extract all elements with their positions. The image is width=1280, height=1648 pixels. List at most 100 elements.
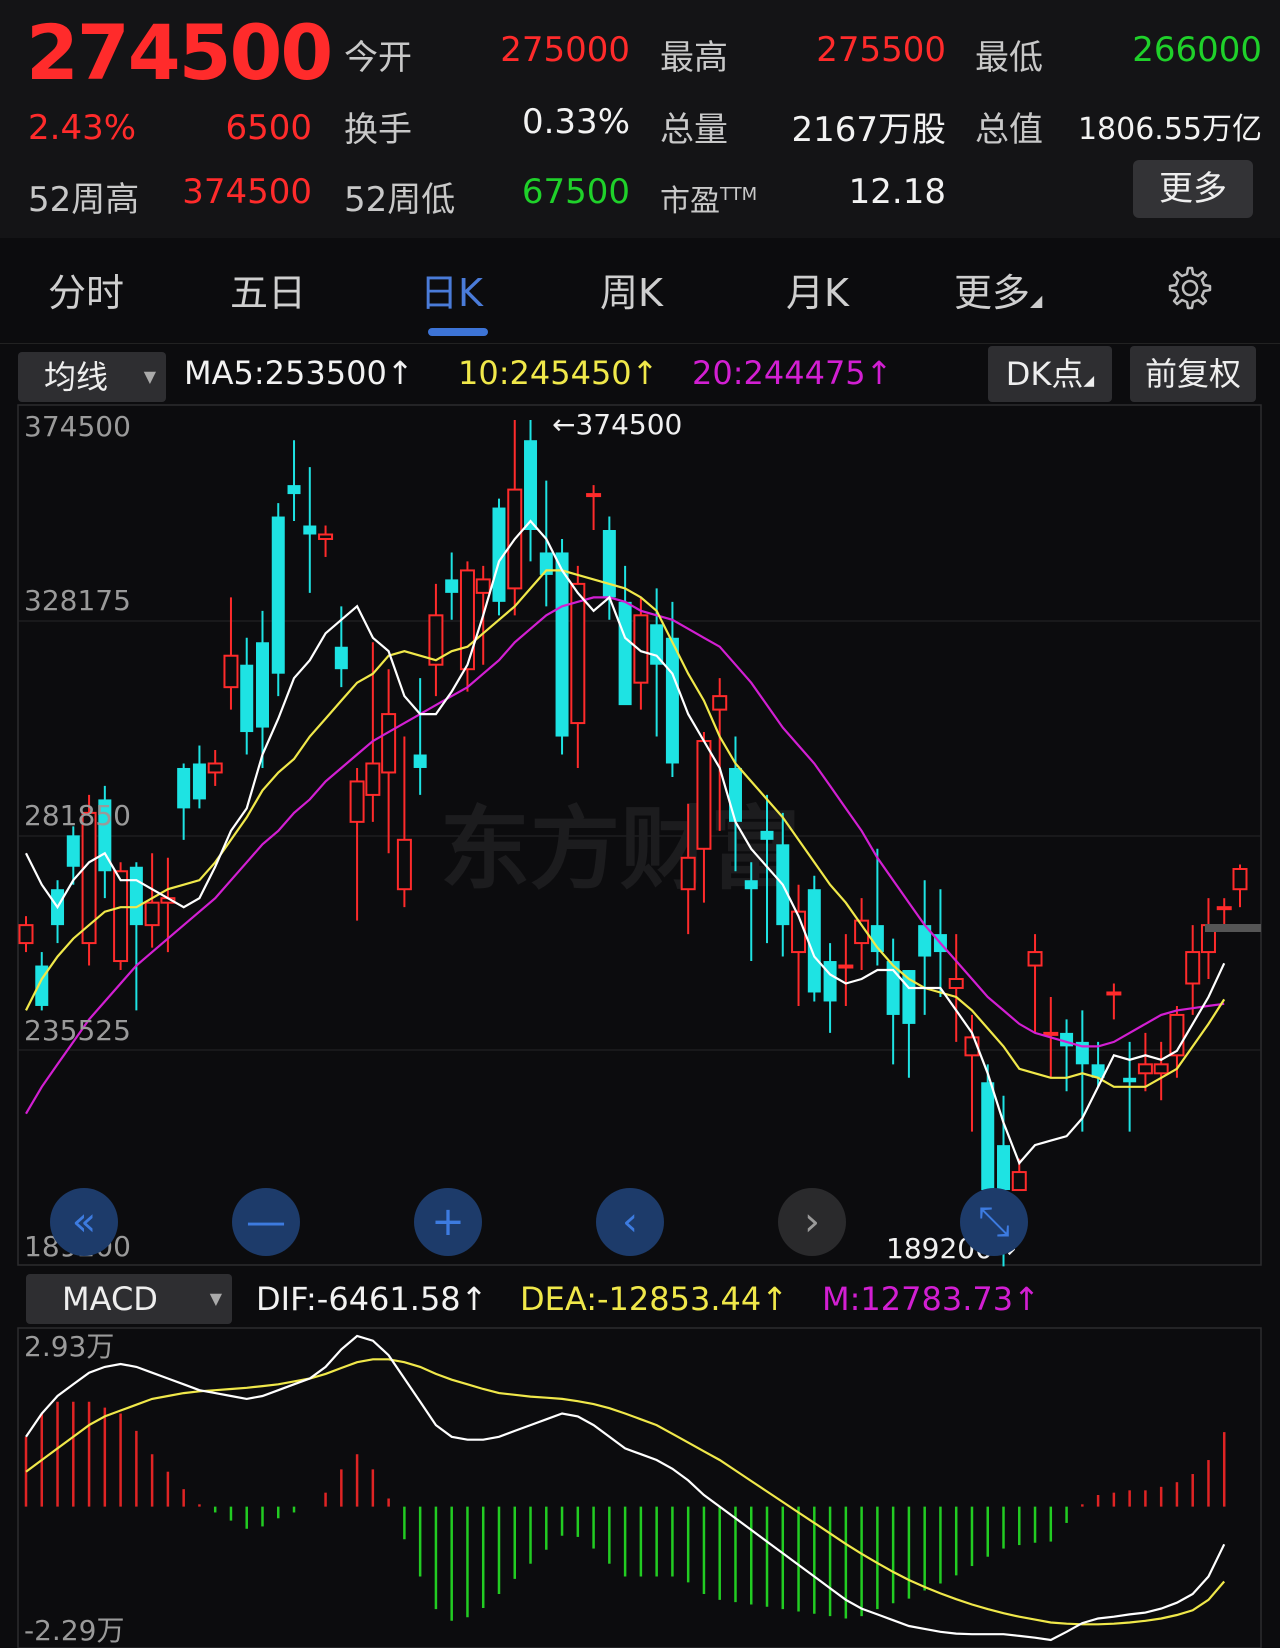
candle [854, 898, 870, 971]
zoom-in-icon[interactable]: + [414, 1188, 482, 1256]
candle [445, 552, 459, 620]
candle [507, 420, 523, 616]
candle-body [223, 654, 239, 689]
candle-body [66, 835, 80, 867]
candle [1137, 1032, 1153, 1092]
candle-body [459, 569, 475, 671]
candle-body [271, 516, 285, 674]
candle-body [396, 838, 412, 891]
candle [902, 970, 916, 1078]
candle-body [381, 713, 397, 774]
candle [349, 767, 365, 921]
candle-body [823, 961, 837, 1002]
candle [492, 498, 506, 616]
candle-body [712, 695, 728, 711]
right-icon[interactable]: › [778, 1188, 846, 1256]
candle [1232, 864, 1248, 908]
candle-body [997, 1145, 1011, 1191]
candle [192, 745, 206, 809]
fullscreen-icon[interactable]: ⤡ [960, 1188, 1028, 1256]
candle [381, 669, 397, 854]
dea-line [25, 1358, 1226, 1626]
candle-body [728, 767, 742, 822]
candle-body [1027, 951, 1043, 967]
candle-body [113, 870, 129, 963]
candle-body [81, 811, 97, 945]
candle [807, 875, 821, 1002]
macd-frame [17, 1327, 1262, 1648]
candle-body [1137, 1063, 1153, 1075]
candle-body [618, 601, 632, 706]
candle-body [1185, 951, 1201, 985]
candle-body [586, 493, 602, 498]
candle-body [570, 582, 586, 725]
candle [51, 880, 65, 944]
candle [271, 503, 285, 697]
candle [428, 583, 444, 697]
candle-body [445, 579, 459, 593]
candle-body [981, 1082, 995, 1191]
candle [1027, 934, 1043, 1033]
candle-body [807, 889, 821, 993]
candle [129, 862, 143, 1011]
candle-body [948, 978, 964, 989]
candle [791, 884, 807, 1006]
candle-body [318, 533, 334, 540]
candle [1200, 898, 1216, 980]
y-axis-label: 281850 [24, 799, 131, 832]
candle-body [287, 485, 301, 495]
candle-body [1106, 991, 1122, 996]
candle-body [555, 552, 569, 737]
candle [823, 943, 837, 1033]
candle-body [413, 754, 427, 768]
m-label: M:12783.73↑ [822, 1280, 1040, 1318]
y-axis-label: 374500 [24, 410, 131, 443]
dif-line [25, 1334, 1226, 1642]
dif-label: DIF:-6461.58↑ [256, 1280, 488, 1318]
candle [287, 440, 301, 522]
y-axis-label: 328175 [24, 584, 131, 617]
candle-body [633, 614, 649, 684]
candle-body [1043, 1031, 1059, 1036]
candle [318, 525, 334, 557]
candle-body [696, 740, 712, 850]
candle-body [1011, 1171, 1027, 1192]
left-icon[interactable]: ‹ [596, 1188, 664, 1256]
candle [1153, 1041, 1169, 1101]
candle-body [650, 624, 664, 665]
candle [886, 938, 900, 1065]
candle-body [1153, 1063, 1169, 1075]
double-left-icon[interactable]: « [50, 1188, 118, 1256]
kline-chart[interactable]: 东方财富 374500 328175 281850 235525 189200 … [0, 0, 1280, 1648]
candle-body [177, 767, 191, 809]
macd-y-top: 2.93万 [24, 1330, 114, 1363]
candle-body [240, 664, 254, 733]
candle [918, 880, 932, 1015]
candle-body [192, 763, 206, 800]
zoom-out-icon[interactable]: — [232, 1188, 300, 1256]
candle-body [1232, 868, 1248, 891]
macd-legend-bar: MACD ▼ DIF:-6461.58↑ DEA:-12853.44↑ M:127… [0, 1270, 1280, 1326]
candle-body [760, 830, 774, 840]
candle [948, 934, 964, 1042]
candle-body [349, 780, 365, 823]
dea-label: DEA:-12853.44↑ [520, 1280, 789, 1318]
candle [396, 736, 412, 908]
candle [240, 637, 254, 755]
candle-body [475, 578, 491, 594]
candle [1060, 1019, 1074, 1092]
y-axis-label: 235525 [24, 1014, 131, 1047]
candle [524, 420, 538, 562]
candle [303, 467, 317, 593]
candle [1185, 925, 1201, 1015]
candle-body [838, 964, 854, 969]
candle-body [303, 525, 317, 535]
macd-selector[interactable]: MACD ▼ [26, 1274, 232, 1324]
candle [570, 565, 586, 768]
candle-body [255, 642, 269, 728]
max-price-annotation: ←374500 [552, 408, 682, 441]
candle [223, 597, 239, 710]
candle [1106, 983, 1122, 1020]
candle [838, 934, 854, 1006]
candle [18, 916, 34, 953]
